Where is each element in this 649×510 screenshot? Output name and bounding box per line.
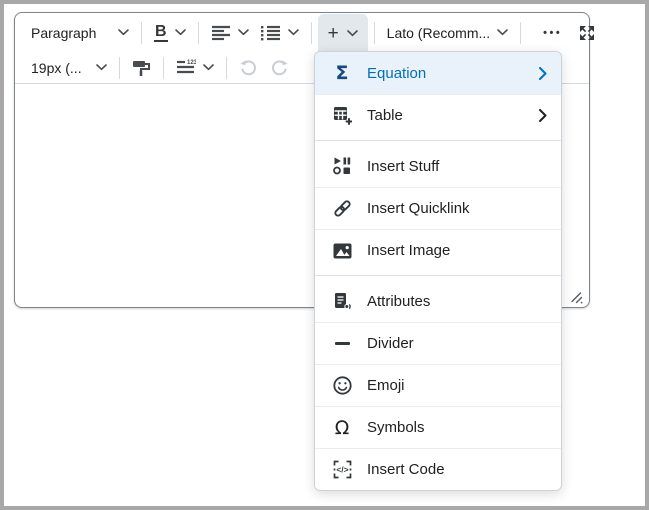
svg-text:123: 123 <box>187 60 196 66</box>
screenshot-frame: Paragraph B <box>0 0 649 510</box>
bold-icon: B <box>154 24 168 42</box>
table-icon <box>331 106 353 125</box>
menu-item-label: Insert Image <box>367 242 547 259</box>
toolbar-divider <box>374 22 375 44</box>
chevron-down-icon <box>118 29 129 36</box>
code-icon: </> <box>331 460 353 479</box>
fullscreen-icon <box>578 24 596 42</box>
omega-icon: Ω <box>331 417 353 439</box>
toolbar-divider <box>226 57 227 79</box>
bullet-list-icon <box>261 25 281 41</box>
menu-item-divider[interactable]: Divider <box>315 322 561 364</box>
font-family-label: Lato (Recomm... <box>387 25 490 41</box>
menu-item-label: Equation <box>367 65 525 82</box>
attributes-icon <box>331 292 353 311</box>
font-family-dropdown[interactable]: Lato (Recomm... <box>381 18 514 48</box>
ellipsis-icon: ••• <box>539 27 566 39</box>
menu-item-label: Insert Quicklink <box>367 200 547 217</box>
menu-item-insert-image[interactable]: Insert Image <box>315 229 561 271</box>
chevron-down-icon <box>96 64 107 71</box>
chevron-down-icon <box>347 30 358 37</box>
menu-item-insert-stuff[interactable]: Insert Stuff <box>315 145 561 187</box>
menu-item-emoji[interactable]: Emoji <box>315 364 561 406</box>
menu-item-insert-quicklink[interactable]: Insert Quicklink <box>315 187 561 229</box>
menu-item-label: Insert Code <box>367 461 547 478</box>
toolbar-row-1: Paragraph B <box>15 13 589 52</box>
toolbar-divider <box>311 22 312 44</box>
menu-item-label: Emoji <box>367 377 547 394</box>
chevron-down-icon <box>238 29 249 36</box>
plus-icon: + <box>328 24 339 43</box>
numbered-list-icon: 123 <box>176 59 196 76</box>
menu-item-label: Table <box>367 107 525 124</box>
quicklink-icon <box>331 199 353 218</box>
chevron-down-icon <box>497 29 508 36</box>
menu-item-label: Divider <box>367 335 547 352</box>
format-painter-button[interactable] <box>126 53 157 83</box>
list-dropdown[interactable] <box>255 18 305 48</box>
menu-item-table[interactable]: Table <box>315 94 561 136</box>
align-left-icon <box>211 25 231 41</box>
menu-item-equation[interactable]: Σ Equation <box>315 52 561 94</box>
paragraph-style-dropdown[interactable]: Paragraph <box>25 18 135 48</box>
emoji-icon <box>331 376 353 395</box>
redo-button[interactable] <box>264 53 295 83</box>
paint-roller-icon <box>132 59 151 77</box>
toolbar-divider <box>163 57 164 79</box>
font-size-dropdown[interactable]: 19px (... <box>25 53 113 83</box>
align-dropdown[interactable] <box>205 18 255 48</box>
paragraph-style-label: Paragraph <box>31 25 96 41</box>
image-icon <box>331 243 353 259</box>
redo-icon <box>270 59 289 77</box>
menu-item-label: Attributes <box>367 293 547 310</box>
fullscreen-button[interactable] <box>572 18 602 48</box>
insert-dropdown-menu: Σ Equation Table Insert Stuff <box>314 51 562 491</box>
menu-group-equation-table: Σ Equation Table <box>315 52 561 136</box>
toolbar-divider <box>119 57 120 79</box>
bold-dropdown[interactable]: B <box>148 18 192 48</box>
svg-text:</>: </> <box>336 465 348 475</box>
menu-group-insert-media: Insert Stuff Insert Quicklink Insert Ima… <box>315 140 561 271</box>
sigma-icon: Σ <box>331 62 353 84</box>
menu-item-attributes[interactable]: Attributes <box>315 280 561 322</box>
menu-item-label: Insert Stuff <box>367 158 547 175</box>
menu-group-misc: Attributes Divider Emoji Ω Symbols </> <box>315 275 561 490</box>
chevron-right-icon <box>539 67 547 80</box>
chevron-down-icon <box>203 64 214 71</box>
font-size-label: 19px (... <box>31 60 82 76</box>
divider-icon <box>331 342 353 345</box>
menu-item-label: Symbols <box>367 419 547 436</box>
toolbar-divider <box>141 22 142 44</box>
resize-handle[interactable] <box>570 291 583 304</box>
numbered-list-dropdown[interactable]: 123 <box>170 53 220 83</box>
chevron-down-icon <box>175 29 186 36</box>
toolbar-overflow-button[interactable]: ••• <box>533 18 572 48</box>
chevron-down-icon <box>288 29 299 36</box>
insert-menu-button[interactable]: + <box>318 14 368 53</box>
undo-button[interactable] <box>233 53 264 83</box>
menu-item-insert-code[interactable]: </> Insert Code <box>315 448 561 490</box>
insert-stuff-icon <box>331 157 353 175</box>
toolbar-divider <box>198 22 199 44</box>
undo-icon <box>239 59 258 77</box>
chevron-right-icon <box>539 109 547 122</box>
toolbar-divider <box>520 22 521 44</box>
menu-item-symbols[interactable]: Ω Symbols <box>315 406 561 448</box>
